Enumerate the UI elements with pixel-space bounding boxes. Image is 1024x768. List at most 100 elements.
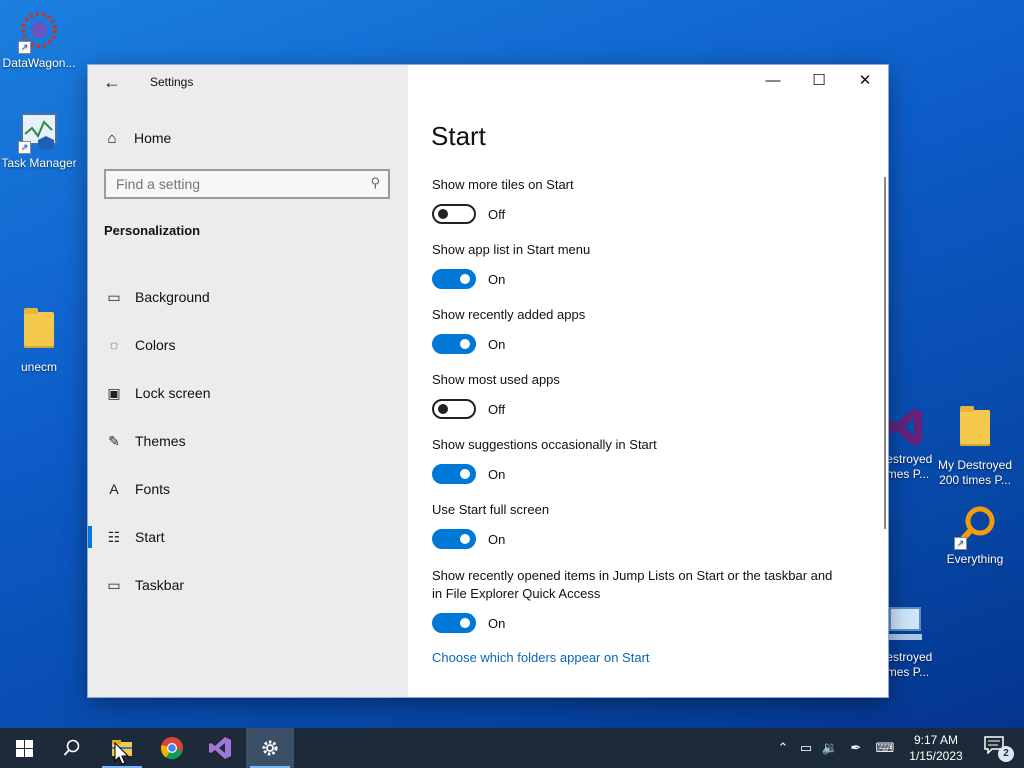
sidebar-item-themes[interactable]: ✎ Themes <box>88 417 408 465</box>
sidebar-item-taskbar[interactable]: ▭ Taskbar <box>88 561 408 609</box>
toggle-state-text: On <box>488 531 506 547</box>
home-icon: ⌂ <box>107 129 117 147</box>
sidebar-item-label: Start <box>135 529 165 545</box>
close-button[interactable]: ✕ <box>842 65 888 97</box>
task-manager-icon: ↗ <box>16 108 62 154</box>
search-button[interactable] <box>48 728 96 768</box>
pen-icon[interactable]: ✒ <box>842 740 870 756</box>
folder-icon <box>952 406 998 456</box>
desktop-icon-label: Task Manager <box>1 156 77 170</box>
setting-label: Use Start full screen <box>432 502 550 517</box>
toggle-state-text: Off <box>488 206 506 222</box>
chrome-button[interactable] <box>148 728 196 768</box>
taskbar: ⌃ ▭ 🔉 ✒ ⌨ 9:17 AM 1/15/2023 2 <box>0 728 1024 768</box>
app-title: Settings <box>150 75 194 89</box>
sidebar-item-label: Colors <box>135 337 176 353</box>
gear-icon <box>262 740 278 756</box>
maximize-button[interactable]: ☐ <box>796 65 842 97</box>
sidebar-item-fonts[interactable]: A Fonts <box>88 465 408 513</box>
setting-recently-added: Show recently added apps On <box>432 306 842 354</box>
setting-label: Show most used apps <box>432 372 560 387</box>
notification-badge: 2 <box>998 746 1014 762</box>
settings-window: ← Settings ⌂ Home ⚲ Personalization ▭ Ba… <box>88 65 888 697</box>
windows-logo-icon <box>15 739 33 757</box>
setting-full-screen: Use Start full screen On <box>432 501 842 549</box>
maximize-icon: ☐ <box>812 72 826 89</box>
toggle-state-text: On <box>488 271 506 287</box>
network-icon[interactable]: ▭ <box>794 740 818 756</box>
desktop-icon-unecm[interactable]: unecm <box>0 306 78 375</box>
desktop-icon-my-destroyed[interactable]: My Destroyed 200 times P... <box>936 404 1014 488</box>
visual-studio-button[interactable] <box>196 728 244 768</box>
desktop-icon-datawagon[interactable]: ↗ DataWagon... <box>0 8 78 71</box>
fonts-icon: A <box>109 481 119 497</box>
home-label: Home <box>134 130 172 146</box>
keyboard-icon[interactable]: ⌨ <box>870 740 900 756</box>
volume-icon[interactable]: 🔉 <box>818 740 842 756</box>
desktop-icon-label: DataWagon... <box>2 56 76 70</box>
toggle-switch[interactable] <box>432 613 476 633</box>
folder-icon <box>16 308 62 358</box>
desktop-icon-everything[interactable]: ↗ Everything <box>936 504 1014 567</box>
back-button[interactable]: ← <box>100 71 124 93</box>
setting-label: Show app list in Start menu <box>432 242 591 257</box>
search-icon[interactable]: ⚲ <box>370 175 380 191</box>
sidebar-item-label: Fonts <box>135 481 171 497</box>
search-input[interactable] <box>106 171 356 197</box>
toggle-state-text: On <box>488 336 506 352</box>
shortcut-arrow-icon: ↗ <box>18 41 31 54</box>
setting-suggestions: Show suggestions occasionally in Start O… <box>432 436 842 484</box>
start-button[interactable] <box>0 728 48 768</box>
toggle-switch[interactable] <box>432 529 476 549</box>
chevron-up-icon[interactable]: ⌃ <box>772 740 794 756</box>
start-tiles-icon: ☷ <box>107 528 121 545</box>
settings-sidebar: ← Settings ⌂ Home ⚲ Personalization ▭ Ba… <box>88 65 408 697</box>
visual-studio-icon <box>209 737 231 759</box>
clock[interactable]: 9:17 AM 1/15/2023 <box>906 732 966 764</box>
toggle-switch[interactable] <box>432 464 476 484</box>
shortcut-arrow-icon: ↗ <box>18 141 31 154</box>
title-bar[interactable]: ← Settings <box>88 65 408 99</box>
brush-icon: ✎ <box>108 432 120 449</box>
sidebar-item-lock-screen[interactable]: ▣ Lock screen <box>88 369 408 417</box>
desktop-icon-label: Everything <box>946 552 1004 566</box>
shortcut-arrow-icon: ↗ <box>954 537 967 550</box>
setting-more-tiles: Show more tiles on Start Off <box>432 176 842 224</box>
section-title: Personalization <box>104 223 201 238</box>
setting-label: Show recently opened items in Jump Lists… <box>432 568 833 601</box>
desktop-icon-label: My Destroyed 200 times P... <box>937 458 1013 487</box>
toggle-switch[interactable] <box>432 334 476 354</box>
window-controls: — ☐ ✕ <box>750 65 888 97</box>
sidebar-item-colors[interactable]: ◌ Colors <box>88 321 408 369</box>
toggle-state-text: On <box>488 615 506 631</box>
sidebar-item-start[interactable]: ☷ Start <box>88 513 408 561</box>
computer-icon <box>882 602 928 648</box>
search-icon <box>63 739 80 756</box>
sidebar-item-label: Taskbar <box>135 577 185 593</box>
mouse-cursor-icon <box>114 742 130 765</box>
setting-label: Show more tiles on Start <box>432 177 574 192</box>
notification-button[interactable]: 2 <box>984 736 1014 762</box>
sidebar-item-background[interactable]: ▭ Background <box>88 273 408 321</box>
clock-time: 9:17 AM <box>913 733 959 747</box>
desktop-icon-task-manager[interactable]: ↗ Task Manager <box>0 108 78 171</box>
close-icon: ✕ <box>858 72 872 89</box>
scrollbar[interactable] <box>884 177 886 529</box>
toggle-switch[interactable] <box>432 399 476 419</box>
lock-screen-icon: ▣ <box>107 384 121 401</box>
toggle-switch[interactable] <box>432 204 476 224</box>
minimize-button[interactable]: — <box>750 65 796 97</box>
setting-label: Show suggestions occasionally in Start <box>432 437 657 452</box>
choose-folders-link[interactable]: Choose which folders appear on Start <box>432 650 650 665</box>
toggle-switch[interactable] <box>432 269 476 289</box>
sidebar-item-label: Lock screen <box>135 385 211 401</box>
settings-button[interactable] <box>246 728 294 768</box>
page-title: Start <box>431 121 486 151</box>
search-box: ⚲ <box>104 169 390 199</box>
palette-icon: ◌ <box>109 337 119 353</box>
back-arrow-icon: ← <box>103 72 121 92</box>
chrome-icon <box>160 737 183 760</box>
home-nav-item[interactable]: ⌂ Home <box>102 127 171 149</box>
toggle-state-text: On <box>488 466 506 482</box>
setting-label: Show recently added apps <box>432 307 586 322</box>
